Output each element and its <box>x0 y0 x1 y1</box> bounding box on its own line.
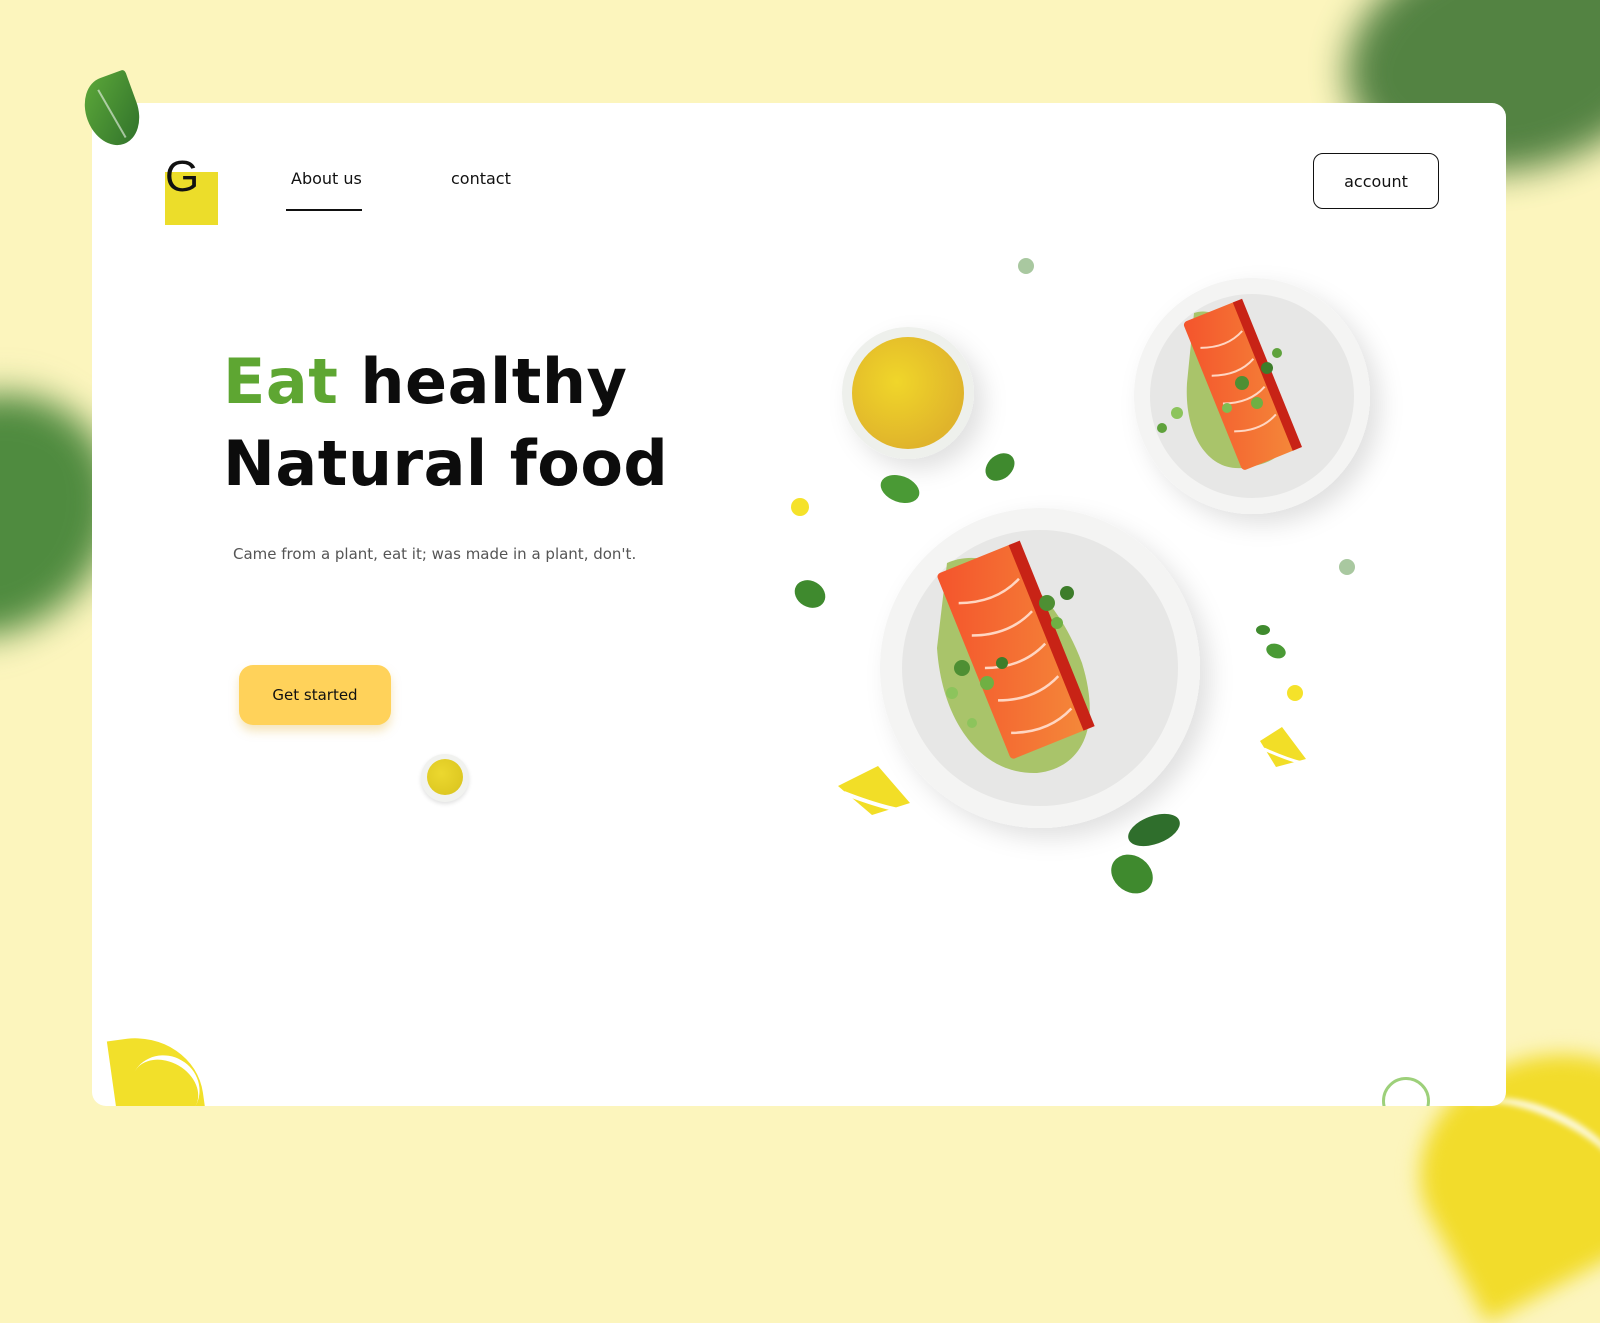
landing-card: G About us contact account Eat healthy Na… <box>92 103 1506 1106</box>
salmon-plate-small-icon <box>1134 278 1370 514</box>
food-illustration <box>791 258 1370 894</box>
sauce-bowl-icon <box>842 327 974 459</box>
salmon-plate-large-icon <box>880 508 1200 828</box>
